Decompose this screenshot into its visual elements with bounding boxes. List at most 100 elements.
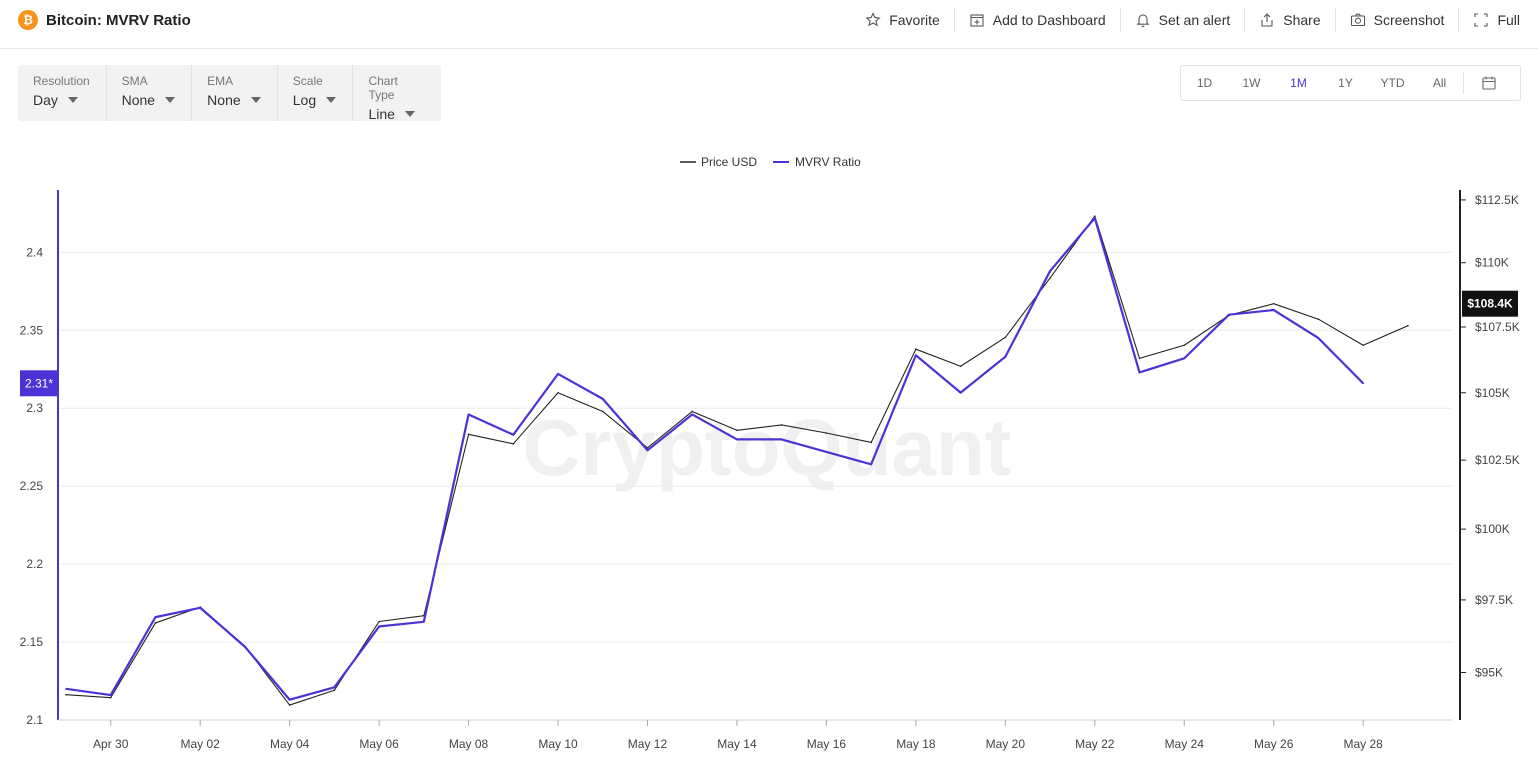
resolution-label: Resolution xyxy=(33,74,90,88)
x-tick-label: May 28 xyxy=(1343,737,1383,751)
price-point xyxy=(333,689,336,692)
price-point xyxy=(154,622,157,624)
mvrv-point xyxy=(467,413,470,416)
y-right-tick-label: $105K xyxy=(1475,386,1510,400)
price-point xyxy=(512,443,515,445)
mvrv-point xyxy=(378,625,380,628)
mvrv-point xyxy=(601,398,604,400)
favorite-button[interactable]: Favorite xyxy=(851,8,955,32)
fullscreen-label: Full xyxy=(1497,12,1520,28)
share-button[interactable]: Share xyxy=(1245,8,1336,32)
current-mvrv-label: 2.31* xyxy=(25,376,53,390)
range-1d-button[interactable]: 1D xyxy=(1181,76,1228,90)
chart-type-select[interactable]: Chart Type Line xyxy=(353,65,441,122)
add-to-dashboard-label: Add to Dashboard xyxy=(992,12,1106,28)
mvrv-point xyxy=(288,698,291,701)
ema-label: EMA xyxy=(207,74,234,88)
y-left-tick-label: 2.3 xyxy=(26,401,43,415)
mvrv-point xyxy=(1317,337,1320,339)
price-point xyxy=(959,365,962,368)
price-point xyxy=(736,429,738,432)
x-tick-label: May 10 xyxy=(538,737,578,751)
mvrv-point xyxy=(1362,382,1364,385)
sma-select[interactable]: SMA None xyxy=(107,65,193,121)
chart-type-value: Line xyxy=(368,106,395,122)
mvrv-point xyxy=(1138,371,1141,374)
date-picker-button[interactable] xyxy=(1463,72,1514,94)
mvrv-point xyxy=(1228,313,1230,316)
mvrv-point xyxy=(423,620,425,623)
price-point xyxy=(1272,302,1275,305)
price-point xyxy=(780,424,783,426)
scale-select[interactable]: Scale Log xyxy=(278,65,354,121)
ema-value: None xyxy=(207,92,241,108)
y-right-tick-label: $110K xyxy=(1475,256,1509,270)
mvrv-point xyxy=(780,438,783,441)
price-point xyxy=(1093,215,1096,217)
ema-select[interactable]: EMA None xyxy=(192,65,278,121)
screenshot-button[interactable]: Screenshot xyxy=(1336,8,1460,32)
price-point xyxy=(378,620,380,623)
price-point xyxy=(1183,344,1186,347)
mvrv-point xyxy=(1093,217,1096,219)
y-left-tick-label: 2.15 xyxy=(20,635,44,649)
caret-down-icon xyxy=(165,97,176,103)
mvrv-point xyxy=(1049,270,1051,272)
x-tick-label: May 06 xyxy=(359,737,399,751)
set-alert-button[interactable]: Set an alert xyxy=(1121,8,1246,32)
dashboard-add-icon xyxy=(970,14,984,27)
resolution-value: Day xyxy=(33,92,58,108)
price-point xyxy=(825,432,828,434)
price-point xyxy=(1049,277,1051,279)
price-point xyxy=(1407,324,1409,327)
scale-label: Scale xyxy=(292,74,323,88)
price-point xyxy=(691,410,694,413)
mvrv-point xyxy=(825,451,828,453)
price-point xyxy=(1138,357,1141,360)
mvrv-point xyxy=(199,606,201,609)
mvrv-point xyxy=(736,438,738,441)
y-right-tick-label: $100K xyxy=(1475,522,1510,536)
y-left-tick-label: 2.35 xyxy=(20,323,44,337)
top-bar: ₿ Bitcoin: MVRV Ratio Favorite Add to Da… xyxy=(0,0,1538,49)
y-right-tick-label: $112.5K xyxy=(1475,193,1519,207)
mvrv-point xyxy=(557,373,559,375)
caret-down-icon xyxy=(404,111,415,117)
sma-label: SMA xyxy=(121,74,148,88)
caret-down-icon xyxy=(67,97,78,103)
price-point xyxy=(288,704,291,706)
caret-down-icon xyxy=(250,97,261,103)
fullscreen-button[interactable]: Full xyxy=(1459,8,1538,32)
mvrv-point xyxy=(154,616,157,618)
chart-type-label: Chart Type xyxy=(368,74,398,102)
fullscreen-icon xyxy=(1474,13,1488,27)
screenshot-label: Screenshot xyxy=(1373,12,1445,28)
bell-icon xyxy=(1136,14,1150,28)
price-point xyxy=(557,391,559,394)
mvrv-point xyxy=(512,433,515,436)
add-to-dashboard-button[interactable]: Add to Dashboard xyxy=(955,8,1121,32)
x-tick-label: May 02 xyxy=(181,737,221,751)
mvrv-point xyxy=(333,686,336,689)
range-1w-button[interactable]: 1W xyxy=(1228,76,1275,90)
y-right-tick-label: $102.5K xyxy=(1475,453,1520,467)
favorite-label: Favorite xyxy=(889,12,940,28)
share-icon xyxy=(1261,13,1273,27)
price-point xyxy=(109,696,112,699)
range-ytd-button[interactable]: YTD xyxy=(1369,76,1416,90)
price-point xyxy=(870,441,872,444)
mvrv-point xyxy=(65,688,67,690)
range-1m-button[interactable]: 1M xyxy=(1275,76,1322,90)
scale-value: Log xyxy=(292,92,317,108)
price-point xyxy=(1004,336,1007,339)
range-all-button[interactable]: All xyxy=(1416,76,1463,90)
y-right-tick-label: $97.5K xyxy=(1475,593,1513,607)
x-tick-label: May 26 xyxy=(1254,737,1294,751)
price-point xyxy=(65,693,67,696)
mvrv-point xyxy=(959,391,962,394)
range-1y-button[interactable]: 1Y xyxy=(1322,76,1369,90)
mvrv-point xyxy=(109,694,112,696)
resolution-select[interactable]: Resolution Day xyxy=(18,65,107,121)
current-price-label: $108.4K xyxy=(1467,297,1513,311)
mvrv-point xyxy=(691,413,694,416)
